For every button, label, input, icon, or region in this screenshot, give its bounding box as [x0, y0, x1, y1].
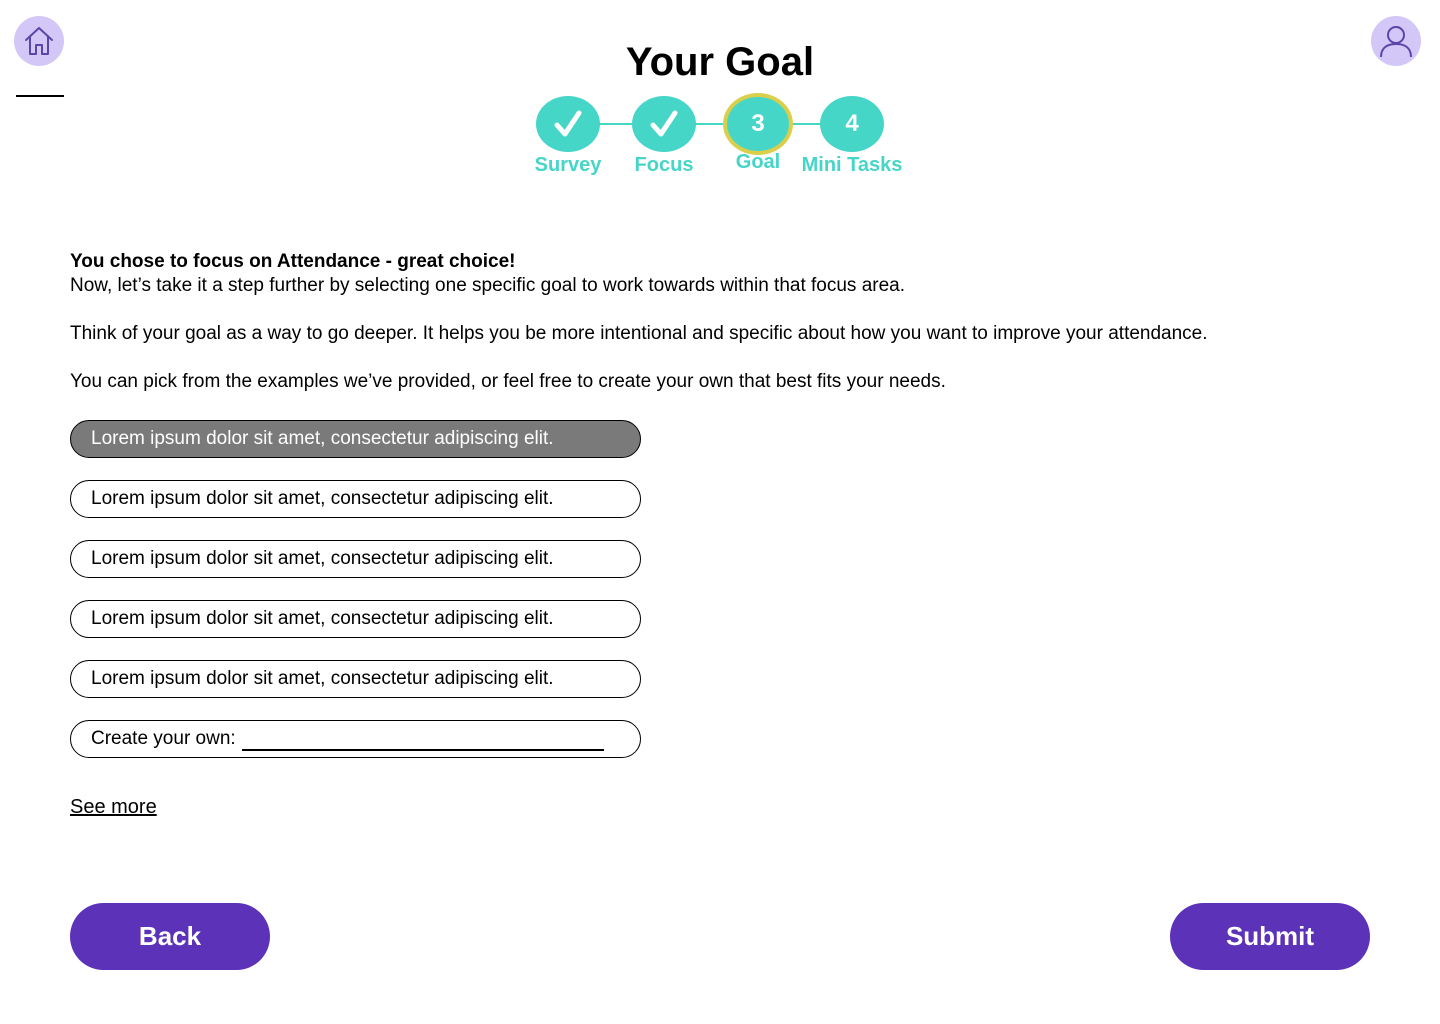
checkmark-icon	[554, 110, 582, 137]
see-more-link[interactable]: See more	[70, 796, 157, 819]
submit-button[interactable]: Submit	[1170, 903, 1370, 970]
intro-paragraph-1: You chose to focus on Attendance - great…	[70, 250, 1390, 298]
goal-option-2[interactable]: Lorem ipsum dolor sit amet, consectetur …	[70, 480, 641, 518]
back-button[interactable]: Back	[70, 903, 270, 970]
goal-option-4[interactable]: Lorem ipsum dolor sit amet, consectetur …	[70, 600, 641, 638]
create-own-option[interactable]: Create your own:	[70, 720, 641, 758]
step-circle-goal: 3	[723, 93, 793, 155]
step-label-mini-tasks: Mini Tasks	[801, 154, 903, 176]
progress-stepper: Survey Focus 3 Goal 4 Mini Tasks	[520, 93, 920, 186]
goal-options-list: Lorem ipsum dolor sit amet, consectetur …	[70, 420, 641, 780]
intro-line-3: You can pick from the examples we’ve pro…	[70, 371, 946, 392]
intro-line-1: Now, let’s take it a step further by sel…	[70, 275, 906, 296]
goal-option-3[interactable]: Lorem ipsum dolor sit amet, consectetur …	[70, 540, 641, 578]
step-circle-focus	[632, 96, 696, 152]
checkmark-icon	[650, 110, 678, 137]
goal-option-1[interactable]: Lorem ipsum dolor sit amet, consectetur …	[70, 420, 641, 458]
intro-text: You chose to focus on Attendance - great…	[70, 250, 1390, 418]
page-title: Your Goal	[625, 40, 815, 84]
intro-headline: You chose to focus on Attendance - great…	[70, 251, 516, 272]
create-own-label: Create your own:	[91, 728, 236, 749]
home-underline	[16, 95, 64, 97]
step-mini-tasks: 4 Mini Tasks	[792, 96, 912, 177]
intro-line-2: Think of your goal as a way to go deeper…	[70, 323, 1208, 344]
create-own-input[interactable]	[241, 727, 604, 751]
step-circle-mini-tasks: 4	[820, 96, 884, 152]
step-circle-survey	[536, 96, 600, 152]
goal-option-5[interactable]: Lorem ipsum dolor sit amet, consectetur …	[70, 660, 641, 698]
